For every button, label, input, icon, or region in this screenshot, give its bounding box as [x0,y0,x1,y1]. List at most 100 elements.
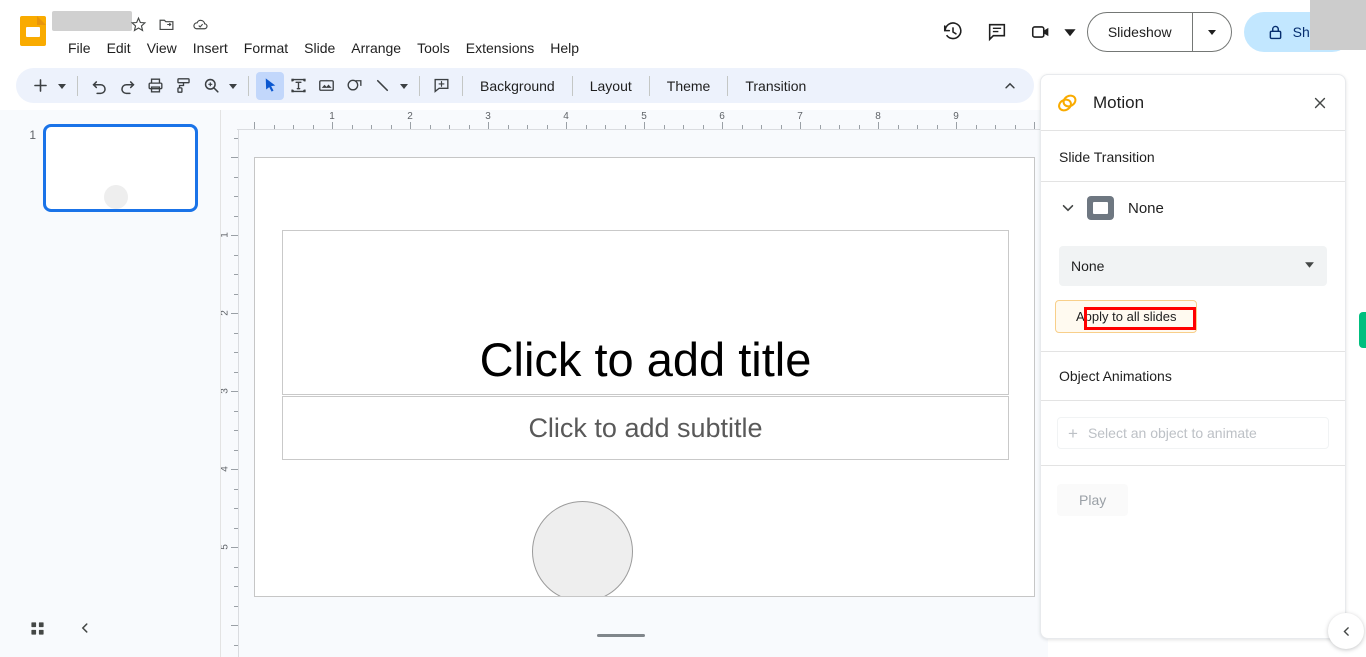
object-animations-header: Object Animations [1059,368,1172,384]
background-button[interactable]: Background [470,73,565,99]
ruler-tick [231,235,238,236]
ruler-tick [488,122,489,129]
transition-row[interactable]: None [1041,182,1345,228]
ruler-tick [234,352,238,353]
motion-panel: Motion Slide Transition None None Apply … [1040,74,1346,639]
ruler-tick [254,122,255,129]
chevron-down-icon[interactable] [1057,197,1079,219]
menu-edit[interactable]: Edit [99,36,139,60]
ruler-tick [624,125,626,129]
ruler-tick [231,547,238,548]
filmstrip-collapse-icon[interactable] [70,613,100,643]
ruler-tick [897,125,899,129]
ruler-tick [234,605,238,607]
menu-extensions[interactable]: Extensions [458,36,542,60]
side-extension-tab[interactable] [1359,312,1366,348]
undo-button[interactable] [85,72,113,100]
menu-help[interactable]: Help [542,36,587,60]
horizontal-ruler[interactable]: 1 2 3 4 5 6 7 8 9 [237,110,1049,130]
transition-button[interactable]: Transition [735,73,816,99]
ruler-label: 8 [875,111,881,122]
speaker-notes-drag-handle[interactable] [597,634,645,637]
ruler-tick [585,125,587,129]
grid-view-icon[interactable] [22,613,52,643]
print-button[interactable] [141,72,169,100]
redo-button[interactable] [113,72,141,100]
slideshow-dropdown-caret-icon[interactable] [1193,13,1231,51]
ruler-label: 2 [407,111,413,122]
top-bar: File Edit View Insert Format Slide Arran… [0,0,1366,64]
ruler-tick [663,125,665,129]
subtitle-placeholder[interactable]: Click to add subtitle [282,396,1009,460]
close-icon[interactable] [1305,88,1335,118]
ruler-tick [761,125,762,129]
transition-name: None [1128,199,1164,217]
zoom-dropdown-caret-icon[interactable] [225,73,241,99]
menu-file[interactable]: File [60,36,99,60]
shape-button[interactable] [340,72,368,100]
ruler-tick [1034,122,1035,129]
play-button[interactable]: Play [1057,484,1129,516]
google-meet-icon[interactable] [1021,12,1061,52]
menu-slide[interactable]: Slide [296,36,343,60]
insert-image-button[interactable] [312,72,340,100]
ruler-tick [1014,125,1016,129]
ruler-tick [231,625,238,626]
ruler-label: 1 [329,111,335,122]
transition-type-select[interactable]: None [1059,246,1327,286]
ruler-tick [351,125,353,129]
star-icon[interactable] [128,14,148,34]
google-meet-button[interactable] [1021,12,1077,52]
add-comment-button[interactable] [427,72,455,100]
avatar[interactable] [1310,0,1366,50]
expand-sidebar-button[interactable] [1328,613,1364,649]
select-tool-button[interactable] [256,71,284,100]
toolbar-divider [419,75,420,96]
vertical-ruler[interactable]: 1 2 3 4 5 [221,130,239,657]
menu-arrange[interactable]: Arrange [343,36,409,60]
ruler-tick [702,125,704,129]
version-history-icon[interactable] [933,12,973,52]
layout-button[interactable]: Layout [580,73,642,99]
ruler-tick [234,293,238,295]
zoom-button[interactable] [197,72,225,100]
main-toolbar: Background Layout Theme Transition [16,68,1034,103]
move-to-folder-icon[interactable] [156,14,176,34]
ruler-tick [995,125,996,129]
ruler-tick [956,122,957,129]
ruler-label: 7 [797,111,803,122]
ruler-tick [371,125,372,129]
ruler-label: 1 [221,232,230,238]
theme-button[interactable]: Theme [657,73,721,99]
circle-shape[interactable] [532,501,633,596]
ruler-tick [429,125,431,129]
line-dropdown-caret-icon[interactable] [396,73,412,99]
paint-format-button[interactable] [169,72,197,100]
ruler-tick [468,125,470,129]
slide-canvas[interactable]: Click to add title Click to add subtitle [254,157,1035,597]
toolbar-collapse-button[interactable] [996,72,1024,100]
line-button[interactable] [368,72,396,100]
menu-format[interactable]: Format [236,36,296,60]
ruler-tick [566,122,567,129]
toolbar-divider [648,75,650,96]
ruler-label: 4 [563,111,569,122]
comment-history-icon[interactable] [977,12,1017,52]
motion-icon [1058,94,1077,111]
title-placeholder[interactable]: Click to add title [282,230,1009,395]
meet-dropdown-caret-icon[interactable] [1063,25,1077,39]
document-title[interactable] [52,11,132,31]
menu-insert[interactable]: Insert [185,36,236,60]
apply-to-all-slides-button[interactable]: Apply to all slides [1055,300,1198,333]
plus-icon: + [1068,423,1078,443]
select-object-to-animate-button[interactable]: + Select an object to animate [1057,417,1329,449]
menu-tools[interactable]: Tools [409,36,458,60]
cloud-saved-icon[interactable] [190,14,210,34]
motion-panel-title: Motion [1093,92,1145,112]
new-slide-dropdown-caret-icon[interactable] [54,73,70,99]
text-box-button[interactable] [284,72,312,100]
new-slide-button[interactable] [26,72,54,100]
slide-thumbnail-1[interactable] [43,124,198,212]
menu-view[interactable]: View [139,36,185,60]
slideshow-button[interactable]: Slideshow [1086,12,1232,52]
